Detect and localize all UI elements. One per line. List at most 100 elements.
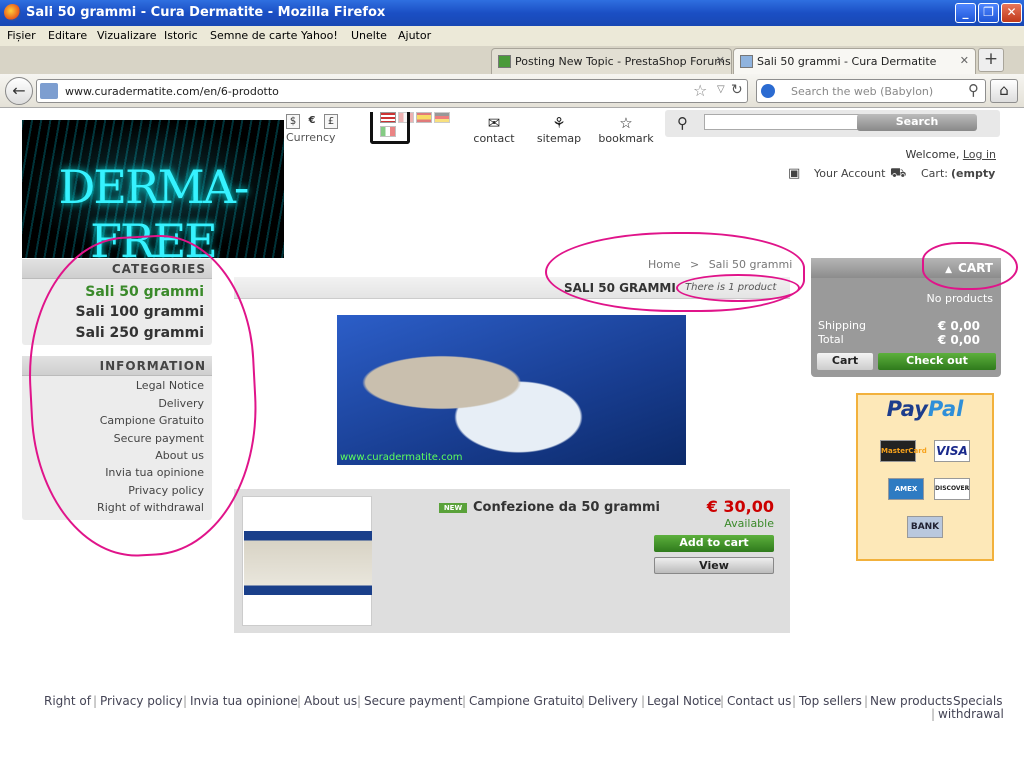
- view-product-button[interactable]: View: [654, 557, 774, 574]
- bookmark-star-icon[interactable]: ☆: [693, 81, 707, 100]
- restore-button[interactable]: ❐: [978, 3, 999, 23]
- close-tab-icon[interactable]: ✕: [716, 54, 725, 67]
- close-tab-icon[interactable]: ✕: [960, 54, 969, 67]
- add-to-cart-button[interactable]: Add to cart: [654, 535, 774, 552]
- cart-label[interactable]: Cart:: [921, 167, 948, 180]
- sitemap-link[interactable]: ⚘ sitemap: [535, 114, 583, 145]
- flag-de-icon[interactable]: [434, 112, 450, 123]
- your-account-link[interactable]: Your Account: [814, 167, 885, 180]
- footer-secure-payment[interactable]: Secure payment: [364, 694, 463, 708]
- back-button[interactable]: ←: [5, 77, 33, 105]
- search-engine-icon[interactable]: [761, 84, 775, 98]
- currency-dollar[interactable]: $: [286, 114, 300, 129]
- url-dropdown-icon[interactable]: ▽: [717, 84, 725, 95]
- tab-sali-50-grammi[interactable]: Sali 50 grammi - Cura Dermatite ✕: [733, 48, 976, 74]
- cart-total-row: Total € 0,00: [818, 333, 994, 347]
- new-tab-button[interactable]: +: [978, 48, 1004, 72]
- menu-edit[interactable]: Editare: [48, 29, 87, 42]
- window-titlebar: Sali 50 grammi - Cura Dermatite - Mozill…: [0, 0, 1024, 26]
- paypal-logo: PayPal: [858, 397, 992, 421]
- discover-logo: DISCOVER: [934, 478, 970, 500]
- currency-euro[interactable]: €: [305, 114, 319, 129]
- tab-prestashop-forums[interactable]: Posting New Topic - PrestaShop Forums ✕: [491, 48, 732, 74]
- bookmark-link[interactable]: ☆ bookmark: [595, 114, 657, 145]
- footer-withdrawal[interactable]: withdrawal: [938, 707, 1004, 721]
- footer-about-us[interactable]: About us: [304, 694, 357, 708]
- site-search: ⚲ Search: [665, 110, 1000, 137]
- site-search-input[interactable]: [704, 114, 878, 130]
- minimize-button[interactable]: _: [955, 3, 976, 23]
- checkout-button[interactable]: Check out: [878, 353, 996, 370]
- reload-icon[interactable]: ↻: [731, 82, 743, 98]
- magnifier-icon: ⚲: [677, 114, 688, 132]
- menu-file[interactable]: Fișier: [7, 29, 36, 42]
- mastercard-logo: MasterCard: [880, 440, 927, 462]
- contact-link[interactable]: ✉ contact: [470, 114, 518, 145]
- product-price: € 30,00: [706, 497, 774, 516]
- footer-separator: |: [581, 694, 586, 708]
- annotation-circle-cart: [922, 242, 1018, 290]
- paypal-block: PayPal MasterCard VISA AMEX DISCOVER BAN…: [856, 393, 994, 561]
- site-identity-icon[interactable]: [40, 83, 58, 99]
- welcome-label: Welcome,: [905, 148, 960, 161]
- url-text[interactable]: www.curadermatite.com/en/6-prodotto: [65, 85, 279, 98]
- account-icon: ▣: [788, 166, 801, 181]
- currency-pound[interactable]: £: [324, 114, 338, 129]
- footer-separator: |: [183, 694, 188, 708]
- product-name[interactable]: Confezione da 50 grammi: [473, 500, 660, 515]
- menu-view[interactable]: Vizualizare: [97, 29, 157, 42]
- sitemap-label: sitemap: [536, 132, 582, 145]
- tab-strip: Posting New Topic - PrestaShop Forums ✕ …: [0, 46, 1024, 74]
- close-window-button[interactable]: ✕: [1001, 3, 1022, 23]
- menu-bookmarks[interactable]: Semne de carte: [210, 29, 297, 42]
- footer-contact-us[interactable]: Contact us: [727, 694, 791, 708]
- currency-label: Currency: [286, 131, 336, 144]
- amex-logo: AMEX: [888, 478, 924, 500]
- footer-new-products[interactable]: New products: [870, 694, 952, 708]
- footer-delivery[interactable]: Delivery: [588, 694, 638, 708]
- search-placeholder[interactable]: Search the web (Babylon): [791, 85, 933, 98]
- shipping-label: Shipping: [818, 319, 866, 332]
- product-thumbnail[interactable]: [242, 496, 372, 626]
- footer-top-sellers[interactable]: Top sellers: [799, 694, 862, 708]
- home-button[interactable]: ⌂: [990, 79, 1018, 103]
- menu-yahoo[interactable]: Yahoo!: [301, 29, 338, 42]
- menu-history[interactable]: Istoric: [164, 29, 198, 42]
- browser-search-box[interactable]: Search the web (Babylon) ⚲: [756, 79, 986, 103]
- prestashop-favicon: [498, 55, 511, 68]
- footer-separator: |: [297, 694, 302, 708]
- cart-shipping-row: Shipping € 0,00: [818, 319, 994, 333]
- bank-logo: BANK: [907, 516, 943, 538]
- shipping-value: € 0,00: [937, 319, 980, 333]
- cart-button[interactable]: Cart: [817, 353, 873, 370]
- annotation-box-languages: [370, 112, 410, 144]
- bookmark-label: bookmark: [598, 132, 654, 145]
- cart-icon: ⛟: [890, 166, 907, 181]
- flag-es-icon[interactable]: [416, 112, 432, 123]
- category-image: www.curadermatite.com: [337, 315, 686, 465]
- navigation-toolbar: ← www.curadermatite.com/en/6-prodotto ☆ …: [0, 74, 1024, 108]
- annotation-circle-product-count: [676, 274, 800, 302]
- menu-bar: Fișier Editare Vizualizare Istoric Semne…: [0, 26, 1024, 46]
- footer-legal-notice[interactable]: Legal Notice: [647, 694, 721, 708]
- footer-campione-gratuito[interactable]: Campione Gratuito: [469, 694, 583, 708]
- login-link[interactable]: Log in: [963, 148, 996, 161]
- footer-separator: |: [864, 694, 869, 708]
- footer-specials[interactable]: Specials: [953, 694, 1003, 708]
- search-icon[interactable]: ⚲: [968, 81, 979, 99]
- search-button[interactable]: Search: [857, 114, 977, 131]
- paypal-logo-pay: Pay: [886, 397, 928, 421]
- menu-help[interactable]: Ajutor: [398, 29, 431, 42]
- footer-separator: |: [357, 694, 362, 708]
- product-image: [244, 531, 372, 595]
- footer-privacy-policy[interactable]: Privacy policy: [100, 694, 183, 708]
- cart-state: (empty: [951, 167, 996, 180]
- total-value: € 0,00: [937, 333, 980, 347]
- footer-right-of-withdrawal[interactable]: Right of: [44, 694, 91, 708]
- footer-invia-opinione[interactable]: Invia tua opinione: [190, 694, 298, 708]
- menu-tools[interactable]: Unelte: [351, 29, 387, 42]
- sitemap-icon: ⚘: [552, 114, 566, 132]
- footer-separator: |: [931, 707, 936, 721]
- url-bar[interactable]: www.curadermatite.com/en/6-prodotto ☆ ▽ …: [36, 79, 748, 103]
- star-icon: ☆: [619, 114, 633, 132]
